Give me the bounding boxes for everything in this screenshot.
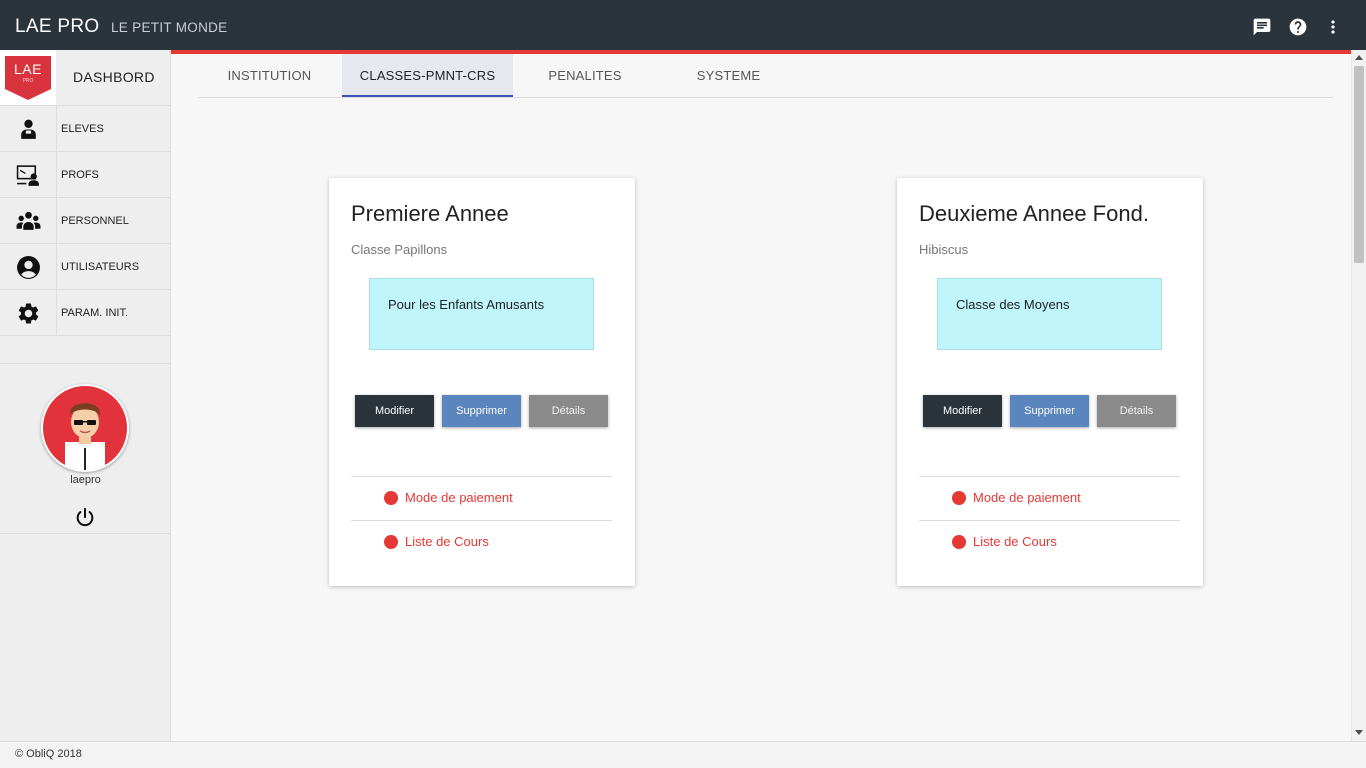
link-mode-de-paiement[interactable]: Mode de paiement — [919, 476, 1180, 520]
logo-text: LAE — [14, 61, 42, 77]
teacher-icon — [16, 165, 39, 186]
class-title: Premiere Annee — [351, 201, 509, 226]
tab-systeme[interactable]: SYSTEME — [657, 54, 800, 97]
user-icon — [17, 256, 40, 279]
link-label: Liste de Cours — [405, 534, 489, 549]
class-description: Pour les Enfants Amusants — [369, 278, 594, 350]
organization-name: LE PETIT MONDE — [111, 20, 228, 35]
tab-bar: INSTITUTION CLASSES-PMNT-CRS PENALITES S… — [198, 54, 1333, 98]
power-icon[interactable] — [74, 507, 96, 529]
class-card: Deuxieme Annee Fond. Hibiscus Classe des… — [897, 178, 1203, 586]
supprimer-button[interactable]: Supprimer — [442, 395, 521, 427]
username: laepro — [70, 474, 101, 486]
sidebar-item-label: ELEVES — [61, 123, 104, 135]
lae-logo[interactable]: LAE PRO — [0, 50, 56, 105]
sidebar-spacer — [0, 335, 171, 363]
link-liste-de-cours[interactable]: Liste de Cours — [919, 520, 1180, 564]
scroll-down-arrow-icon[interactable] — [1355, 730, 1363, 735]
link-label: Mode de paiement — [973, 490, 1081, 505]
supprimer-button[interactable]: Supprimer — [1010, 395, 1089, 427]
tab-institution[interactable]: INSTITUTION — [198, 54, 341, 97]
chat-icon[interactable] — [1252, 17, 1272, 37]
tab-penalites[interactable]: PENALITES — [514, 54, 656, 97]
avatar[interactable] — [41, 384, 129, 472]
sidebar-item-label: PROFS — [61, 169, 99, 181]
sidebar: LAE PRO DASHBORD ELEVES PROFS PERSONNEL … — [0, 50, 171, 741]
footer: © ObliQ 2018 — [0, 741, 1366, 768]
sidebar-item-personnel[interactable]: PERSONNEL — [0, 197, 171, 243]
class-description: Classe des Moyens — [937, 278, 1162, 350]
modifier-button[interactable]: Modifier — [355, 395, 434, 427]
help-icon[interactable] — [1288, 17, 1308, 37]
link-liste-de-cours[interactable]: Liste de Cours — [351, 520, 612, 564]
avatar-illustration — [65, 403, 105, 470]
sidebar-item-label: PERSONNEL — [61, 215, 129, 227]
app-title[interactable]: LAE PRO — [15, 16, 99, 38]
link-label: Mode de paiement — [405, 490, 513, 505]
tab-classes-pmnt-crs[interactable]: CLASSES-PMNT-CRS — [342, 54, 513, 97]
link-label: Liste de Cours — [973, 534, 1057, 549]
link-mode-de-paiement[interactable]: Mode de paiement — [351, 476, 612, 520]
class-title: Deuxieme Annee Fond. — [919, 201, 1149, 226]
red-dot-icon — [952, 535, 966, 549]
group-icon — [16, 211, 41, 230]
dashboard-label[interactable]: DASHBORD — [73, 69, 155, 85]
sidebar-brand[interactable]: LAE PRO DASHBORD — [0, 50, 171, 105]
red-dot-icon — [384, 491, 398, 505]
sidebar-item-label: PARAM. INIT. — [61, 307, 129, 319]
more-vert-icon[interactable] — [1323, 17, 1343, 37]
scroll-up-arrow-icon[interactable] — [1355, 55, 1363, 60]
sidebar-item-profs[interactable]: PROFS — [0, 151, 171, 197]
scrollbar-thumb[interactable] — [1354, 66, 1364, 263]
gear-icon — [18, 303, 39, 324]
details-button[interactable]: Détails — [1097, 395, 1176, 427]
sidebar-item-eleves[interactable]: ELEVES — [0, 105, 171, 151]
red-dot-icon — [952, 491, 966, 505]
sidebar-item-param-init[interactable]: PARAM. INIT. — [0, 289, 171, 335]
user-profile: laepro — [0, 363, 171, 534]
copyright-text: © ObliQ 2018 — [15, 748, 82, 760]
red-dot-icon — [384, 535, 398, 549]
class-subtitle: Classe Papillons — [351, 242, 448, 257]
modifier-button[interactable]: Modifier — [923, 395, 1002, 427]
vertical-scrollbar[interactable] — [1351, 50, 1366, 741]
class-subtitle: Hibiscus — [919, 242, 969, 257]
top-app-bar: LAE PRO LE PETIT MONDE — [0, 0, 1366, 50]
class-card: Premiere Annee Classe Papillons Pour les… — [329, 178, 635, 586]
details-button[interactable]: Détails — [529, 395, 608, 427]
sidebar-item-label: UTILISATEURS — [61, 261, 140, 273]
student-icon — [21, 119, 36, 139]
sidebar-item-utilisateurs[interactable]: UTILISATEURS — [0, 243, 171, 289]
logo-subtext: PRO — [22, 78, 34, 84]
